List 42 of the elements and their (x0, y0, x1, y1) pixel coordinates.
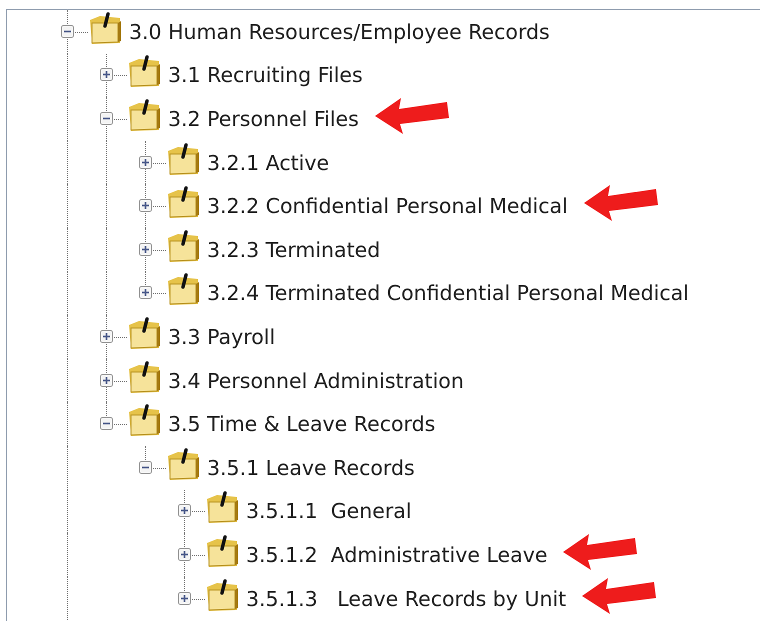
folder-icon (204, 578, 240, 613)
collapse-toggle[interactable] (139, 156, 152, 169)
folder-icon (165, 142, 201, 177)
tree-item[interactable]: 3.0 Human Resources/Employee Records (129, 20, 550, 44)
tree-item[interactable]: 3.2.2 Confidential Personal Medical (207, 194, 568, 218)
folder-icon (204, 491, 240, 526)
tree-item[interactable]: 3.2 Personnel Files (168, 106, 359, 131)
folder-icon (165, 448, 201, 482)
collapse-toggle[interactable] (100, 330, 113, 343)
collapse-toggle[interactable] (178, 548, 191, 561)
tree-item[interactable]: 3.5.1 Leave Records (207, 456, 415, 480)
folder-icon (126, 316, 162, 351)
folder-icon (87, 12, 123, 46)
collapse-toggle[interactable] (139, 460, 152, 474)
collapse-toggle[interactable] (100, 68, 113, 82)
collapse-toggle[interactable] (100, 112, 113, 125)
folder-icon (204, 534, 240, 569)
tree-item[interactable]: 3.5.1.3 Leave Records by Unit (246, 586, 566, 611)
folder-icon (126, 55, 162, 90)
tree-item[interactable]: 3.5.1.2 Administrative Leave (246, 542, 548, 567)
folder-icon (165, 273, 201, 308)
collapse-toggle[interactable] (139, 199, 152, 212)
collapse-toggle[interactable] (100, 374, 113, 387)
collapse-toggle[interactable] (139, 242, 152, 256)
collapse-toggle[interactable] (139, 286, 152, 300)
tree-item[interactable]: 3.5 Time & Leave Records (168, 412, 436, 436)
tree-item[interactable]: 3.4 Personnel Administration (168, 368, 464, 393)
collapse-toggle[interactable] (61, 24, 74, 38)
collapse-toggle[interactable] (178, 504, 191, 518)
folder-icon (126, 98, 162, 133)
tree-item[interactable]: 3.2.3 Terminated (207, 238, 380, 262)
folder-icon (165, 186, 201, 220)
collapse-toggle[interactable] (178, 592, 191, 605)
tree-item[interactable]: 3.3 Payroll (168, 324, 276, 349)
tree-item[interactable]: 3.1 Recruiting Files (168, 63, 363, 88)
tree-item[interactable]: 3.2.4 Terminated Confidential Personal Medical (207, 281, 689, 306)
folder-icon (165, 230, 201, 264)
tree-item[interactable]: 3.5.1.1 General (246, 499, 412, 524)
tree-item[interactable]: 3.2.1 Active (207, 150, 330, 175)
collapse-toggle[interactable] (100, 417, 113, 430)
folder-icon (126, 360, 162, 395)
folder-icon (126, 404, 162, 438)
